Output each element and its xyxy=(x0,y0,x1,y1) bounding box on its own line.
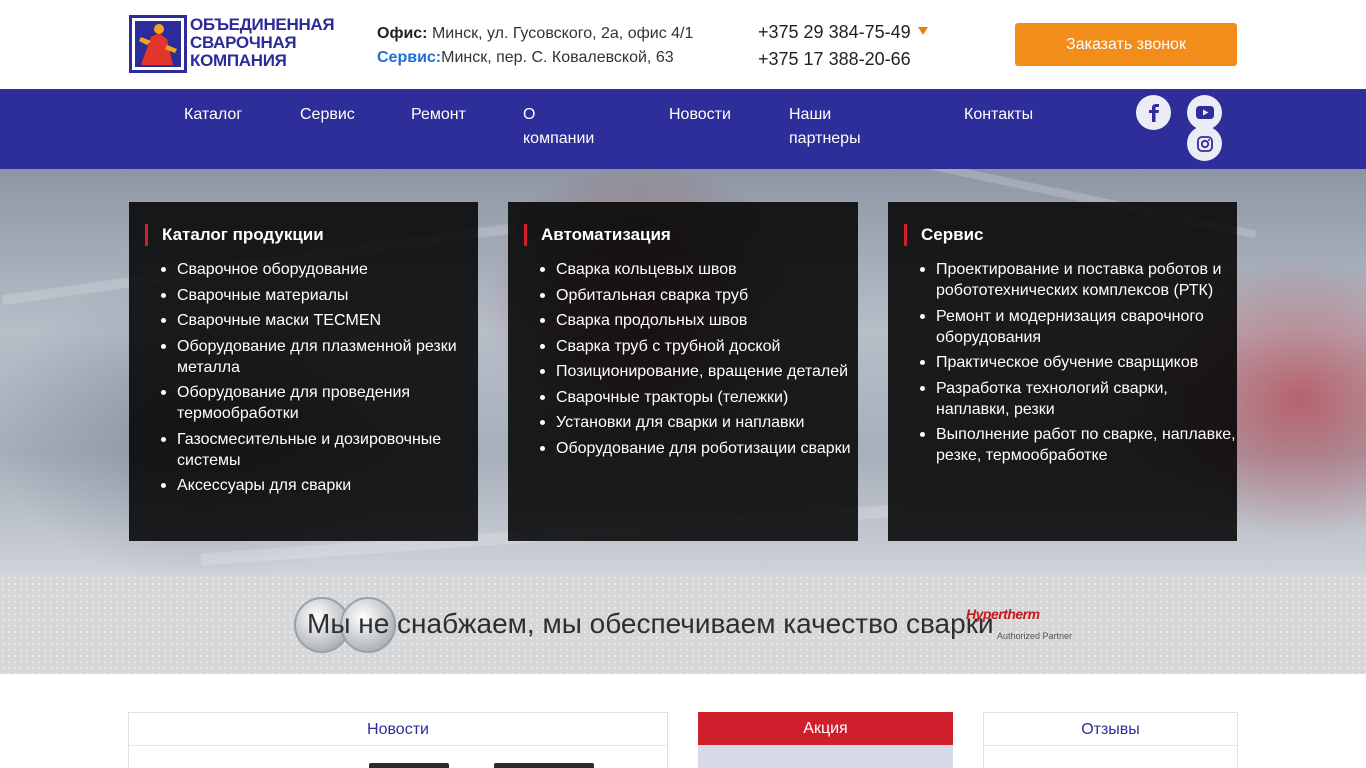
office-address: Офис: Минск, ул. Гусовского, 2а, офис 4/… xyxy=(377,25,694,42)
order-call-button[interactable]: Заказать звонок xyxy=(1015,23,1237,66)
list-item[interactable]: Сварочное оборудование xyxy=(161,259,477,280)
nav-item-partners[interactable]: Наши партнеры xyxy=(789,103,861,151)
promo-card: Акция xyxy=(698,712,953,768)
phone-primary[interactable]: +375 29 384-75-49 xyxy=(758,19,911,46)
nav-item-contacts[interactable]: Контакты xyxy=(964,103,1033,127)
news-card: Новости xyxy=(128,712,668,768)
list-item[interactable]: Сварочные маски TECMEN xyxy=(161,310,477,331)
main-nav: Каталог Сервис Ремонт О компании Новости… xyxy=(0,89,1366,169)
list-item[interactable]: Позиционирование, вращение деталей xyxy=(540,361,856,382)
card-title[interactable]: Новости xyxy=(129,713,667,746)
card-content-preview xyxy=(494,763,594,768)
nav-item-repair[interactable]: Ремонт xyxy=(411,103,466,127)
nav-item-about[interactable]: О компании xyxy=(523,103,594,151)
catalog-panel: Каталог продукции Сварочное оборудование… xyxy=(129,202,478,541)
list-item[interactable]: Оборудование для проведения термообработ… xyxy=(161,382,477,424)
list-item[interactable]: Выполнение работ по сварке, наплавке, ре… xyxy=(920,424,1236,466)
card-content-preview xyxy=(369,763,449,768)
youtube-icon[interactable] xyxy=(1187,95,1222,130)
service-list: Проектирование и поставка роботов и робо… xyxy=(920,259,1236,471)
site-header: ОБЪЕДИНЕННАЯ СВАРОЧНАЯ КОМПАНИЯ Офис: Ми… xyxy=(0,0,1366,89)
list-item[interactable]: Оборудование для роботизации сварки xyxy=(540,438,856,459)
welder-logo-icon xyxy=(129,15,187,73)
catalog-list: Сварочное оборудование Сварочные материа… xyxy=(161,259,477,501)
list-item[interactable]: Сварочные материалы xyxy=(161,285,477,306)
list-item[interactable]: Проектирование и поставка роботов и робо… xyxy=(920,259,1236,301)
panel-title[interactable]: Каталог продукции xyxy=(145,224,324,246)
nav-item-news[interactable]: Новости xyxy=(669,103,731,127)
list-item[interactable]: Установки для сварки и наплавки xyxy=(540,412,856,433)
panel-title[interactable]: Сервис xyxy=(904,224,983,246)
list-item[interactable]: Аксессуары для сварки xyxy=(161,475,477,496)
list-item[interactable]: Разработка технологий сварки, наплавки, … xyxy=(920,378,1236,420)
list-item[interactable]: Газосмесительные и дозировочные системы xyxy=(161,429,477,471)
slogan-text: Мы не снабжаем, мы обеспечиваем качество… xyxy=(307,608,994,639)
list-item[interactable]: Сварка кольцевых швов xyxy=(540,259,856,280)
list-item[interactable]: Сварка продольных швов xyxy=(540,310,856,331)
list-item[interactable]: Практическое обучение сварщиков xyxy=(920,352,1236,373)
panel-title[interactable]: Автоматизация xyxy=(524,224,671,246)
list-item[interactable]: Ремонт и модернизация сварочного оборудо… xyxy=(920,306,1236,348)
automation-list: Сварка кольцевых швов Орбитальная сварка… xyxy=(540,259,856,463)
logo-wordmark: ОБЪЕДИНЕННАЯ СВАРОЧНАЯ КОМПАНИЯ xyxy=(190,15,335,70)
phone-secondary[interactable]: +375 17 388-20-66 xyxy=(758,46,911,73)
nav-item-service[interactable]: Сервис xyxy=(300,103,355,127)
service-panel: Сервис Проектирование и поставка роботов… xyxy=(888,202,1237,541)
card-title[interactable]: Акция xyxy=(698,712,953,745)
instagram-icon[interactable] xyxy=(1187,126,1222,161)
list-item[interactable]: Оборудование для плазменной резки металл… xyxy=(161,336,477,378)
list-item[interactable]: Орбитальная сварка труб xyxy=(540,285,856,306)
company-logo[interactable]: ОБЪЕДИНЕННАЯ СВАРОЧНАЯ КОМПАНИЯ xyxy=(129,15,335,73)
facebook-icon[interactable] xyxy=(1136,95,1171,130)
list-item[interactable]: Сварка труб с трубной доской xyxy=(540,336,856,357)
card-title[interactable]: Отзывы xyxy=(984,713,1237,746)
phone-block: +375 29 384-75-49 +375 17 388-20-66 xyxy=(758,19,911,73)
hero-banner: Каталог продукции Сварочное оборудование… xyxy=(0,169,1366,575)
service-address: Сервис:Минск, пер. С. Ковалевской, 63 xyxy=(377,49,674,66)
hypertherm-logo: Hypertherm Authorized Partner xyxy=(966,606,1073,641)
slogan-band: Мы не снабжаем, мы обеспечиваем качество… xyxy=(0,575,1366,674)
nav-item-catalog[interactable]: Каталог xyxy=(184,103,242,127)
list-item[interactable]: Сварочные тракторы (тележки) xyxy=(540,387,856,408)
reviews-card: Отзывы xyxy=(983,712,1238,768)
address-block: Офис: Минск, ул. Гусовского, 2а, офис 4/… xyxy=(377,22,693,70)
automation-panel: Автоматизация Сварка кольцевых швов Орби… xyxy=(508,202,858,541)
phone-dropdown-caret-icon[interactable] xyxy=(918,27,928,35)
